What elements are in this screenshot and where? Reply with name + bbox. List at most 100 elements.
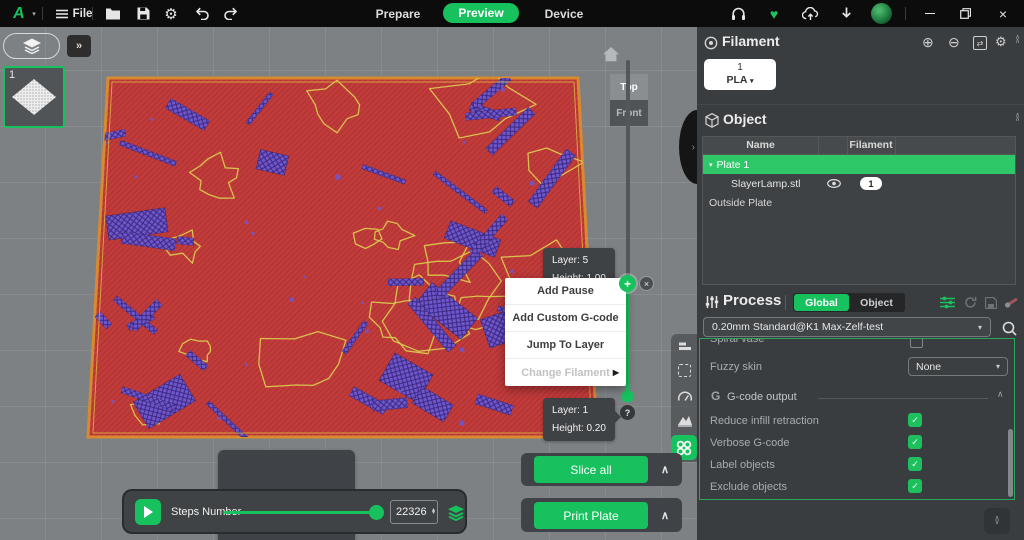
table-row-outside-plate[interactable]: Outside Plate bbox=[703, 193, 1015, 212]
table-row-plate[interactable]: ▾ Plate 1 bbox=[703, 155, 1015, 174]
settings-panel: › Filament ⊕ ⊖ ⇄ ⚙ ∧∧ 1 PLA ▾ Object ∧∧ … bbox=[697, 27, 1024, 540]
print-plate-button[interactable]: Print Plate bbox=[534, 502, 648, 529]
filter-settings-button[interactable] bbox=[940, 296, 955, 314]
label-objects-checkbox[interactable]: ✓ bbox=[908, 457, 922, 471]
preview-viewport[interactable]: » 1 Top Front + × Layer: 5 Height: 1.00 … bbox=[0, 27, 697, 540]
check-icon: ✓ bbox=[911, 481, 919, 492]
menu-item-jump-to-layer[interactable]: Jump To Layer bbox=[505, 332, 626, 359]
dropdown-caret-icon: ▾ bbox=[996, 362, 1000, 371]
spiral-vase-checkbox[interactable] bbox=[910, 338, 923, 348]
app-logo[interactable]: A bbox=[8, 0, 30, 27]
panel-expand-button[interactable]: ∧∨ bbox=[984, 508, 1010, 534]
speed-view-button[interactable] bbox=[676, 388, 693, 402]
print-options-button[interactable]: ∧ bbox=[655, 507, 675, 523]
fuzzy-skin-select[interactable]: None ▾ bbox=[908, 357, 1008, 376]
home-view-button[interactable] bbox=[601, 45, 621, 63]
toggle-global[interactable]: Global bbox=[794, 294, 849, 311]
remove-filament-button[interactable]: ⊖ bbox=[948, 35, 960, 49]
search-settings-button[interactable] bbox=[1000, 319, 1018, 337]
plate-thumbnail-number: 1 bbox=[9, 69, 15, 81]
menu-item-add-custom-gcode[interactable]: Add Custom G-code bbox=[505, 305, 626, 332]
steps-number-input[interactable]: 22326 ▴▾ bbox=[390, 500, 438, 524]
download-button[interactable] bbox=[833, 0, 859, 27]
structure-view-button[interactable] bbox=[676, 412, 693, 427]
steps-slider-handle[interactable] bbox=[369, 505, 384, 520]
favorites-button[interactable]: ♥ bbox=[760, 0, 788, 27]
layer-slider-handle[interactable]: + bbox=[619, 275, 636, 292]
menu-item-label: Add Pause bbox=[537, 285, 594, 297]
filament-settings-button[interactable]: ⚙ bbox=[995, 35, 1007, 48]
layers-view-button[interactable] bbox=[677, 339, 692, 353]
eye-icon bbox=[827, 179, 841, 188]
close-button[interactable]: × bbox=[988, 0, 1018, 27]
gcode-collapse-button[interactable]: ∧ bbox=[997, 389, 1004, 400]
calibration-button[interactable] bbox=[1004, 295, 1018, 314]
open-button[interactable] bbox=[100, 0, 126, 27]
add-filament-button[interactable]: ⊕ bbox=[922, 35, 934, 49]
process-settings-list: Spiral vase Fuzzy skin None ▾ G G-code o… bbox=[699, 338, 1015, 500]
swap-filament-button[interactable]: ⇄ bbox=[973, 36, 987, 50]
exclude-objects-checkbox[interactable]: ✓ bbox=[908, 479, 922, 493]
slice-all-label: Slice all bbox=[570, 463, 611, 477]
column-divider bbox=[847, 137, 848, 155]
steps-value: 22326 bbox=[396, 506, 427, 518]
model-filament-badge[interactable]: 1 bbox=[860, 177, 882, 190]
filament-collapse-button[interactable]: ∧∧ bbox=[1015, 36, 1020, 43]
support-button[interactable] bbox=[724, 0, 752, 27]
remove-marker-button[interactable]: × bbox=[639, 276, 654, 291]
undo-button[interactable] bbox=[188, 0, 214, 27]
layer-slider-track-upper[interactable] bbox=[626, 60, 630, 283]
menu-item-add-pause[interactable]: Add Pause bbox=[505, 278, 626, 305]
tab-prepare-label: Prepare bbox=[376, 7, 421, 21]
setting-label-label-objects: Label objects bbox=[710, 459, 775, 471]
dropdown-caret-icon: ▾ bbox=[750, 78, 754, 85]
visibility-toggle[interactable] bbox=[827, 179, 841, 191]
model-name-label: SlayerLamp.stl bbox=[731, 178, 800, 190]
plate-thumbnail[interactable]: 1 bbox=[3, 66, 65, 128]
layer-slider-track-lower[interactable] bbox=[626, 283, 630, 395]
tab-prepare[interactable]: Prepare bbox=[358, 0, 438, 27]
number-spinner[interactable]: ▴▾ bbox=[432, 509, 435, 516]
layer-slider-bottom-handle[interactable] bbox=[622, 391, 633, 402]
check-icon: ✓ bbox=[911, 415, 919, 426]
tab-device[interactable]: Device bbox=[524, 0, 604, 27]
logo-chevron-down-icon[interactable]: ▾ bbox=[28, 0, 40, 27]
steps-slider-track[interactable] bbox=[224, 511, 377, 514]
slice-options-button[interactable]: ∧ bbox=[655, 461, 675, 477]
settings-button[interactable]: ⚙ bbox=[158, 0, 184, 27]
expand-panel-button[interactable]: » bbox=[67, 35, 91, 57]
filament-slot-1[interactable]: 1 PLA ▾ bbox=[704, 59, 776, 90]
tab-device-label: Device bbox=[545, 7, 584, 21]
filament-section-title: Filament bbox=[722, 33, 780, 49]
layer-stack-button[interactable] bbox=[446, 504, 465, 522]
gcode-section-icon: G bbox=[711, 389, 720, 403]
plates-list-button[interactable] bbox=[3, 33, 60, 59]
filament-slot-type: PLA ▾ bbox=[704, 74, 776, 88]
print-plate-label: Print Plate bbox=[563, 509, 618, 523]
cloud-upload-button[interactable] bbox=[796, 0, 824, 27]
preset-dropdown[interactable]: 0.20mm Standard@K1 Max-Zelf-test ▾ bbox=[703, 317, 991, 337]
cloud-upload-icon bbox=[802, 7, 819, 21]
hamburger-icon bbox=[56, 9, 68, 19]
reduce-infill-retraction-checkbox[interactable]: ✓ bbox=[908, 413, 922, 427]
toggle-object[interactable]: Object bbox=[849, 294, 904, 311]
help-button[interactable]: ? bbox=[620, 405, 635, 420]
minimize-button[interactable] bbox=[915, 0, 945, 27]
menu-item-change-filament[interactable]: Change Filament ▶ bbox=[505, 359, 626, 386]
user-avatar[interactable] bbox=[866, 0, 896, 27]
play-button[interactable] bbox=[135, 499, 161, 525]
settings-scrollbar[interactable] bbox=[1008, 429, 1013, 497]
table-row-model[interactable]: SlayerLamp.stl 1 bbox=[703, 174, 1015, 193]
tab-preview[interactable]: Preview bbox=[443, 3, 519, 23]
reset-preset-button[interactable] bbox=[964, 296, 977, 314]
object-collapse-button[interactable]: ∧∧ bbox=[1015, 114, 1020, 121]
restore-button[interactable] bbox=[950, 0, 980, 27]
slice-all-button[interactable]: Slice all bbox=[534, 456, 648, 483]
verbose-gcode-checkbox[interactable]: ✓ bbox=[908, 435, 922, 449]
redo-button[interactable] bbox=[218, 0, 244, 27]
layer-context-menu: Add Pause Add Custom G-code Jump To Laye… bbox=[505, 278, 626, 386]
save-button[interactable] bbox=[130, 0, 156, 27]
save-preset-button[interactable] bbox=[985, 296, 997, 314]
selection-box-button[interactable] bbox=[678, 364, 691, 377]
preset-name: 0.20mm Standard@K1 Max-Zelf-test bbox=[712, 321, 883, 333]
